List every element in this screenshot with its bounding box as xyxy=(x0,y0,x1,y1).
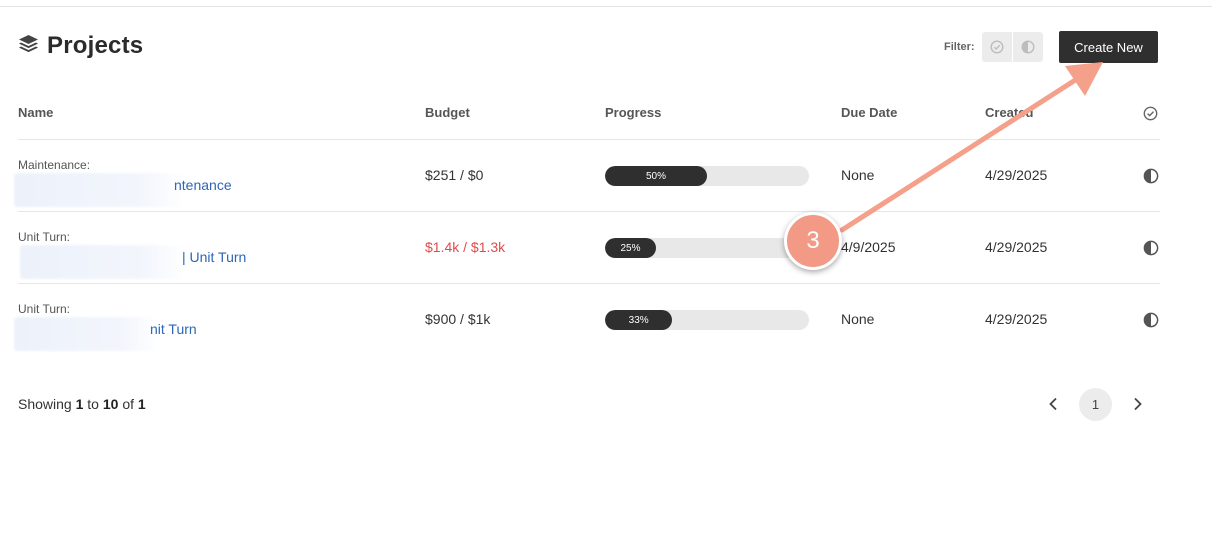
top-divider xyxy=(0,6,1212,7)
budget-value: $900 / $1k xyxy=(425,311,491,327)
page-header: Projects xyxy=(18,32,143,60)
next-page-button[interactable] xyxy=(1123,387,1153,421)
progress-fill: 50% xyxy=(605,166,707,186)
pagination: 1 xyxy=(1038,387,1153,421)
layers-icon xyxy=(18,34,39,59)
status-toggle[interactable] xyxy=(1143,312,1159,333)
due-date: 4/9/2025 xyxy=(841,239,896,255)
pagination-summary: Showing 1 to 10 of 1 xyxy=(18,396,146,412)
project-name-link[interactable]: nit Turn xyxy=(150,321,197,337)
filter-completed-button[interactable] xyxy=(982,32,1012,62)
previous-page-button[interactable] xyxy=(1038,387,1068,421)
project-name-link[interactable]: ntenance xyxy=(174,177,232,193)
filter-group xyxy=(981,32,1043,62)
table-row[interactable]: Unit Turn: nit Turn $900 / $1k 33% None … xyxy=(0,284,1212,356)
project-type: Maintenance: xyxy=(18,158,91,172)
created-date: 4/29/2025 xyxy=(985,167,1048,183)
column-header-due-date[interactable]: Due Date xyxy=(841,105,897,120)
progress-bar: 33% xyxy=(605,310,809,330)
progress-fill: 33% xyxy=(605,310,673,330)
column-header-status[interactable] xyxy=(1143,106,1158,124)
progress-bar: 25% xyxy=(605,238,809,258)
table-header: Name Budget Progress Due Date Created xyxy=(0,96,1212,130)
progress-bar: 50% xyxy=(605,166,809,186)
status-toggle[interactable] xyxy=(1143,168,1159,189)
progress-label: 25% xyxy=(620,242,641,254)
project-type: Unit Turn: xyxy=(18,302,71,316)
created-date: 4/29/2025 xyxy=(985,311,1048,327)
redacted-name xyxy=(14,317,156,351)
chevron-right-icon xyxy=(1134,397,1142,411)
column-header-name[interactable]: Name xyxy=(18,105,53,120)
project-type: Unit Turn: xyxy=(18,230,71,244)
budget-value: $251 / $0 xyxy=(425,167,484,183)
check-circle-icon xyxy=(990,40,1004,54)
half-circle-icon xyxy=(1143,312,1159,328)
status-toggle[interactable] xyxy=(1143,240,1159,261)
column-header-progress[interactable]: Progress xyxy=(605,105,661,120)
progress-label: 33% xyxy=(628,314,649,326)
step-badge: 3 xyxy=(784,212,842,270)
column-header-created[interactable]: Created xyxy=(985,105,1033,120)
half-circle-icon xyxy=(1143,168,1159,184)
check-circle-icon xyxy=(1143,106,1158,121)
filter-in-progress-button[interactable] xyxy=(1011,32,1043,62)
table-row[interactable]: Maintenance: ntenance $251 / $0 50% None… xyxy=(0,140,1212,212)
page-title: Projects xyxy=(47,32,144,59)
redacted-name xyxy=(20,245,182,279)
half-circle-icon xyxy=(1021,40,1035,54)
half-circle-icon xyxy=(1143,240,1159,256)
created-date: 4/29/2025 xyxy=(985,239,1048,255)
column-header-budget[interactable]: Budget xyxy=(425,105,470,120)
chevron-left-icon xyxy=(1049,397,1057,411)
filter-label: Filter: xyxy=(944,41,975,53)
create-new-button[interactable]: Create New xyxy=(1059,31,1158,63)
page-button-1[interactable]: 1 xyxy=(1079,387,1112,421)
project-name-link[interactable]: | Unit Turn xyxy=(182,249,246,265)
filter-bar: Filter: xyxy=(944,32,1043,62)
due-date: None xyxy=(841,311,875,327)
progress-fill: 25% xyxy=(605,238,656,258)
table-row[interactable]: Unit Turn: | Unit Turn $1.4k / $1.3k 25%… xyxy=(0,212,1212,284)
budget-value: $1.4k / $1.3k xyxy=(425,239,506,255)
due-date: None xyxy=(841,167,875,183)
redacted-name xyxy=(14,173,182,207)
progress-label: 50% xyxy=(645,170,666,182)
